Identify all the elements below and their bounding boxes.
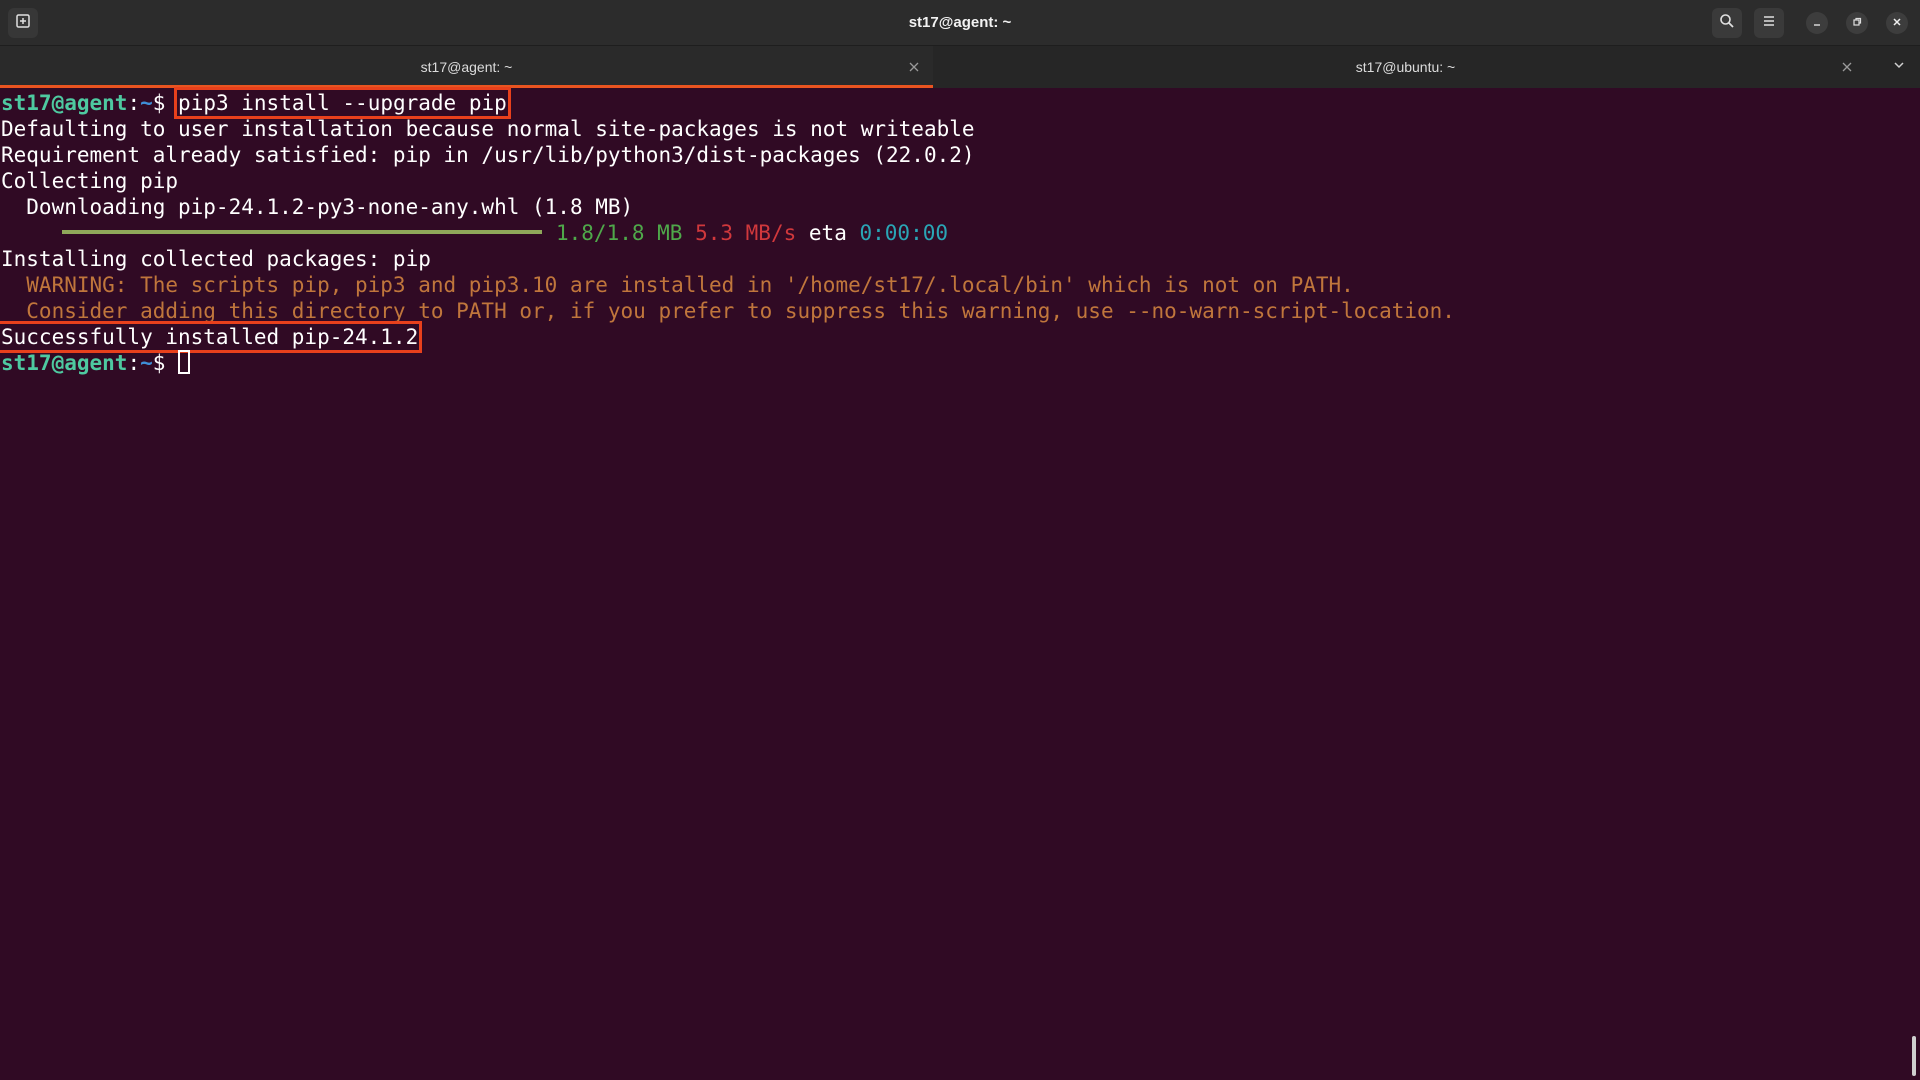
search-icon: [1719, 13, 1735, 34]
maximize-button[interactable]: [1846, 12, 1868, 34]
terminal-line: Defaulting to user installation because …: [1, 117, 975, 141]
close-icon: [1842, 59, 1852, 75]
title-bar: st17@agent: ~: [0, 0, 1920, 46]
tab-close-button[interactable]: [1839, 59, 1855, 75]
download-progress-line: 1.8/1.8 MB 5.3 MB/s eta 0:00:00: [1, 220, 948, 246]
tab-bar: st17@agent: ~ st17@ubuntu: ~: [0, 46, 1920, 88]
download-progress-bar: [62, 230, 542, 234]
terminal-line-command: st17@agent:~$ pip3 install --upgrade pip: [1, 87, 511, 119]
prompt-symbol: $: [152, 351, 179, 375]
close-icon: [1892, 14, 1902, 32]
prompt-symbol: $: [152, 91, 179, 115]
terminal-line: Downloading pip-24.1.2-py3-none-any.whl …: [1, 195, 634, 219]
prompt-user: st17@agent: [1, 91, 128, 115]
tabs-dropdown-button[interactable]: [1888, 56, 1910, 78]
command-text: pip3 install --upgrade pip: [174, 87, 511, 119]
prompt-colon: :: [127, 91, 141, 115]
terminal-line-prompt: st17@agent:~$: [1, 350, 191, 376]
terminal-line: Collecting pip: [1, 169, 179, 193]
hamburger-menu-icon: [1761, 13, 1777, 34]
prompt-colon: :: [127, 351, 141, 375]
warning-line: WARNING: The scripts pip, pip3 and pip3.…: [1, 273, 1354, 297]
tab-label: st17@ubuntu: ~: [1355, 59, 1456, 75]
chevron-down-icon: [1893, 58, 1905, 76]
tab-ubuntu[interactable]: st17@ubuntu: ~: [933, 46, 1878, 88]
minimize-button[interactable]: [1806, 12, 1828, 34]
terminal-line: Installing collected packages: pip: [1, 247, 431, 271]
prompt-user: st17@agent: [1, 351, 128, 375]
progress-size: 1.8/1.8 MB: [556, 221, 683, 245]
maximize-icon: [1852, 14, 1862, 32]
menu-button[interactable]: [1754, 8, 1784, 38]
terminal-line: Requirement already satisfied: pip in /u…: [1, 143, 975, 167]
prompt-path: ~: [140, 351, 153, 375]
progress-speed: 5.3 MB/s: [695, 221, 797, 245]
terminal-line-success: Successfully installed pip-24.1.2: [0, 321, 423, 353]
warning-line: Consider adding this directory to PATH o…: [1, 299, 1455, 323]
progress-eta: 0:00:00: [859, 221, 949, 245]
tab-close-button[interactable]: [906, 59, 922, 75]
tab-agent[interactable]: st17@agent: ~: [0, 46, 933, 88]
success-message: Successfully installed pip-24.1.2: [0, 321, 423, 353]
search-button[interactable]: [1712, 8, 1742, 38]
scrollbar-thumb[interactable]: [1912, 1036, 1916, 1076]
minimize-icon: [1812, 14, 1822, 32]
close-window-button[interactable]: [1886, 12, 1908, 34]
close-icon: [909, 59, 919, 75]
window-title: st17@agent: ~: [908, 14, 1012, 31]
prompt-path: ~: [140, 91, 153, 115]
progress-eta-label: eta: [808, 221, 847, 245]
terminal-output[interactable]: st17@agent:~$ pip3 install --upgrade pip…: [0, 87, 1920, 1080]
terminal-cursor: [178, 350, 191, 374]
tab-label: st17@agent: ~: [420, 59, 513, 75]
